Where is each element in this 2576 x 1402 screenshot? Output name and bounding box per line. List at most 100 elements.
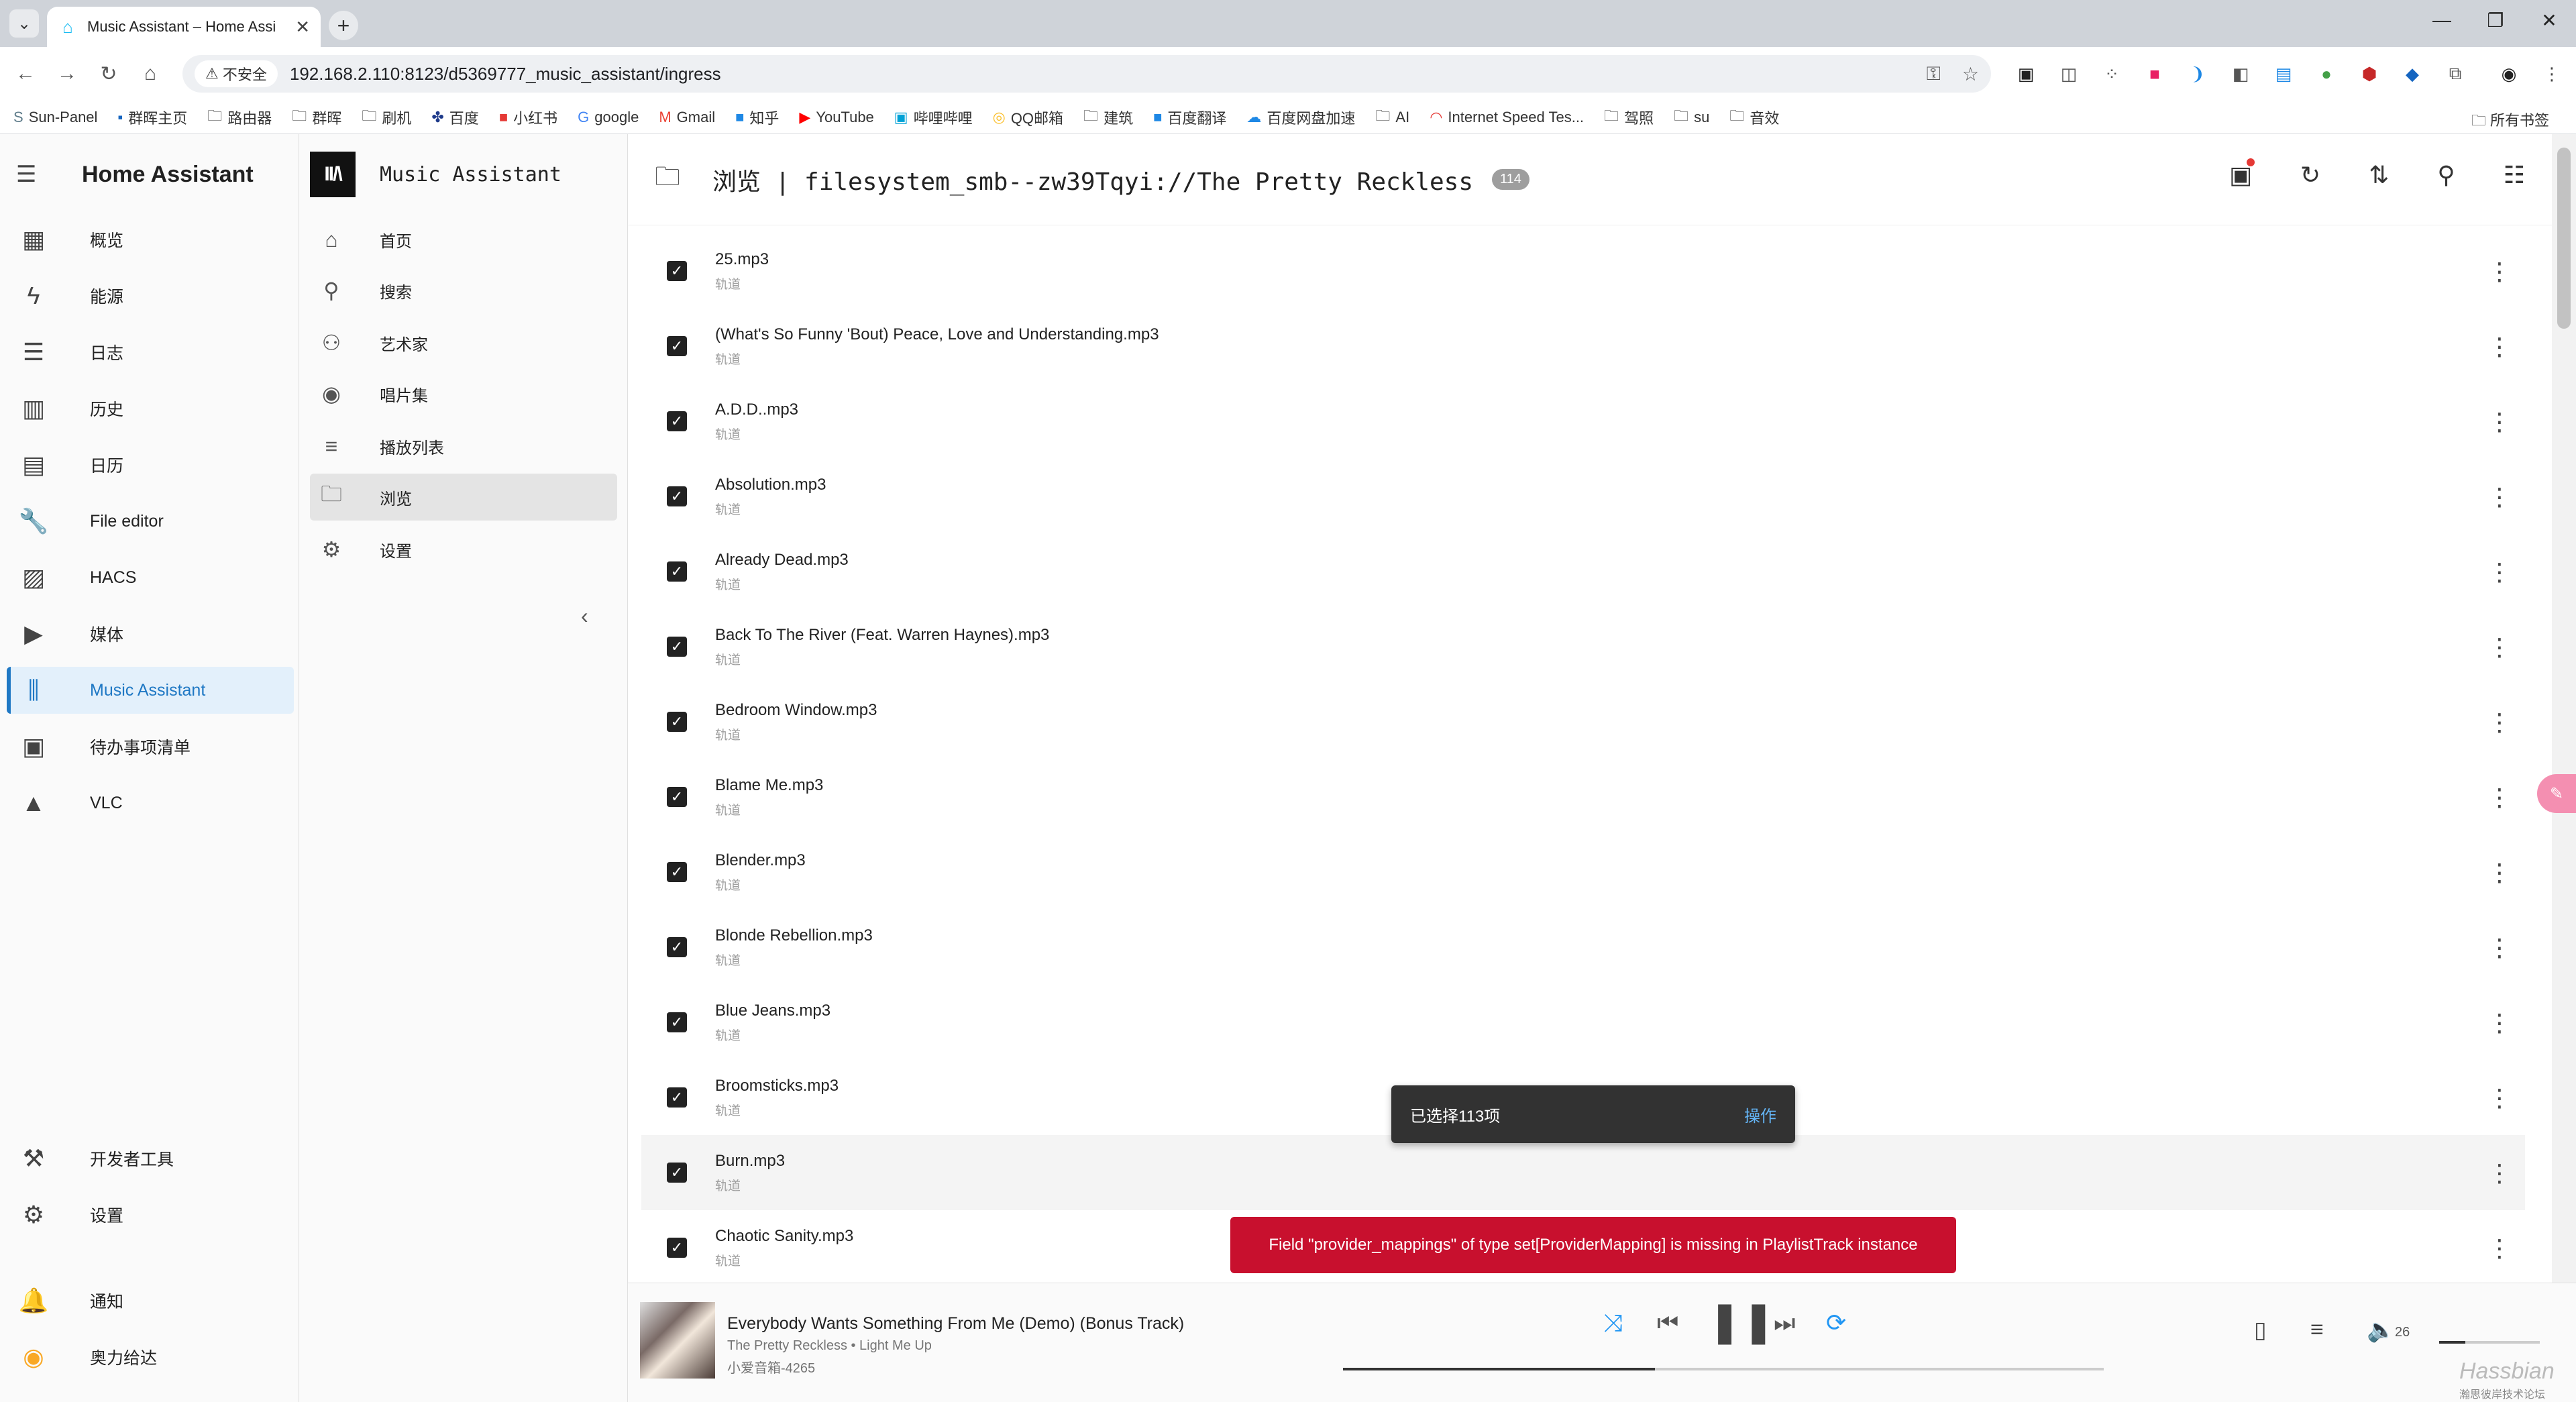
translate-float-icon[interactable]: ✎ xyxy=(2537,774,2576,813)
checkbox-checked[interactable]: ✓ xyxy=(667,1163,687,1183)
view-list-icon[interactable]: ☷ xyxy=(2504,161,2525,189)
extensions-puzzle-icon[interactable]: ⧉ xyxy=(2442,60,2469,87)
bookmark-item[interactable]: ■ 百度翻译 xyxy=(1153,107,1226,128)
ma-nav-browse[interactable]: 🗀 浏览 xyxy=(310,474,617,521)
list-item[interactable]: ✓ Back To The River (Feat. Warren Haynes)… xyxy=(641,609,2525,684)
ma-nav-home[interactable]: ⌂ 首页 xyxy=(310,216,617,263)
bookmark-star-icon[interactable]: ☆ xyxy=(1962,63,1979,85)
bookmark-folder[interactable]: 🗀 驾照 xyxy=(1604,105,1654,130)
more-vertical-icon[interactable]: ⋮ xyxy=(2487,1009,2512,1037)
restore-button[interactable]: ❐ xyxy=(2475,9,2516,32)
bookmark-item[interactable]: ✤ 百度 xyxy=(431,107,478,128)
sidebar-toggle-icon[interactable]: ☰ xyxy=(16,161,48,188)
shuffle-icon[interactable]: ⤨ xyxy=(1603,1309,1623,1338)
list-item[interactable]: ✓ 25.mp3 轨道 ⋮ xyxy=(641,233,2525,309)
browser-tab-active[interactable]: ⌂ Music Assistant – Home Assi ✕ xyxy=(47,7,321,47)
checkbox-checked[interactable]: ✓ xyxy=(667,561,687,582)
more-vertical-icon[interactable]: ⋮ xyxy=(2487,708,2512,737)
extension-icon-10[interactable]: ◆ xyxy=(2399,60,2426,87)
list-item[interactable]: ✓ Blender.mp3 轨道 ⋮ xyxy=(641,834,2525,910)
list-item[interactable]: ✓ Blonde Rebellion.mp3 轨道 ⋮ xyxy=(641,910,2525,985)
ma-nav-settings[interactable]: ⚙ 设置 xyxy=(310,526,617,573)
list-item[interactable]: ✓ Absolution.mp3 轨道 ⋮ xyxy=(641,459,2525,534)
checkbox-checked[interactable]: ✓ xyxy=(667,1087,687,1108)
more-vertical-icon[interactable]: ⋮ xyxy=(2487,558,2512,586)
extension-icon-2[interactable]: ◫ xyxy=(2055,60,2082,87)
pause-icon[interactable]: ❚❚ xyxy=(1708,1298,1776,1345)
sidebar-item-history[interactable]: ▥ 历史 xyxy=(7,385,294,432)
more-vertical-icon[interactable]: ⋮ xyxy=(2487,1234,2512,1262)
minimize-button[interactable]: — xyxy=(2422,9,2462,31)
bookmark-item[interactable]: ▶ YouTube xyxy=(799,109,873,126)
bookmark-item[interactable]: ◎ QQ邮箱 xyxy=(993,107,1063,128)
checkbox-checked[interactable]: ✓ xyxy=(667,787,687,807)
forward-icon[interactable]: → xyxy=(54,60,80,87)
more-vertical-icon[interactable]: ⋮ xyxy=(2487,784,2512,812)
more-vertical-icon[interactable]: ⋮ xyxy=(2487,483,2512,511)
close-window-button[interactable]: ✕ xyxy=(2529,9,2569,32)
list-item[interactable]: ✓ Burn.mp3 轨道 ⋮ xyxy=(641,1135,2525,1210)
search-icon[interactable]: ⚲ xyxy=(2437,161,2455,189)
tab-search-button[interactable]: ⌄ xyxy=(9,9,39,38)
sidebar-item-media[interactable]: ▶ 媒体 xyxy=(7,610,294,657)
bookmark-folder[interactable]: 🗀 音效 xyxy=(1729,105,1779,130)
checkbox-checked[interactable]: ✓ xyxy=(667,336,687,356)
list-item[interactable]: ✓ (What's So Funny 'Bout) Peace, Love and… xyxy=(641,309,2525,384)
reload-icon[interactable]: ↻ xyxy=(95,60,122,87)
more-vertical-icon[interactable]: ⋮ xyxy=(2487,1084,2512,1112)
extension-icon-4[interactable]: ■ xyxy=(2141,60,2168,87)
back-icon[interactable]: ← xyxy=(12,60,39,87)
bookmark-item[interactable]: ◠ Internet Speed Tes... xyxy=(1430,109,1584,126)
next-track-icon[interactable]: ⏭ xyxy=(1774,1309,1795,1338)
sort-icon[interactable]: ⇅ xyxy=(2369,161,2389,189)
sidebar-item-developer-tools[interactable]: ⚒ 开发者工具 xyxy=(7,1135,294,1182)
volume-icon[interactable]: 🔈 xyxy=(2367,1317,2395,1344)
checkbox-checked[interactable]: ✓ xyxy=(667,411,687,431)
ma-nav-albums[interactable]: ◉ 唱片集 xyxy=(310,370,617,417)
sidebar-item-todo[interactable]: ▣ 待办事项清单 xyxy=(7,723,294,770)
extension-icon-1[interactable]: ▣ xyxy=(2012,60,2039,87)
scrollbar-thumb[interactable] xyxy=(2557,148,2571,329)
sidebar-item-logbook[interactable]: ☰ 日志 xyxy=(7,329,294,376)
home-icon[interactable]: ⌂ xyxy=(137,60,164,87)
sidebar-item-overview[interactable]: ▦ 概览 xyxy=(7,216,294,263)
ma-nav-playlists[interactable]: ≡ 播放列表 xyxy=(310,423,617,470)
bookmark-folder[interactable]: 🗀 su xyxy=(1674,105,1709,130)
checkbox-checked[interactable]: ✓ xyxy=(667,486,687,506)
checkbox-checked[interactable]: ✓ xyxy=(667,1012,687,1032)
bookmark-folder[interactable]: 🗀 建筑 xyxy=(1083,105,1133,130)
checkbox-checked[interactable]: ✓ xyxy=(667,261,687,281)
bookmark-item[interactable]: Ggoogle xyxy=(578,109,639,126)
collapse-chevron-icon[interactable]: ‹ xyxy=(581,604,588,629)
playback-progress[interactable] xyxy=(1343,1368,2104,1370)
sidebar-item-settings[interactable]: ⚙ 设置 xyxy=(7,1191,294,1238)
extension-icon-7[interactable]: ▤ xyxy=(2270,60,2297,87)
checkbox-checked[interactable]: ✓ xyxy=(667,637,687,657)
queue-icon[interactable]: ≡ xyxy=(2310,1317,2324,1343)
more-vertical-icon[interactable]: ⋮ xyxy=(2487,258,2512,286)
more-vertical-icon[interactable]: ⋮ xyxy=(2487,934,2512,962)
extension-icon-3[interactable]: ⁘ xyxy=(2098,60,2125,87)
more-vertical-icon[interactable]: ⋮ xyxy=(2487,333,2512,361)
password-key-icon[interactable]: ⚿ xyxy=(1927,63,1941,85)
bookmark-folder[interactable]: 🗀 刷机 xyxy=(362,105,411,130)
volume-slider[interactable] xyxy=(2439,1341,2540,1344)
bookmark-item[interactable]: ■ 知乎 xyxy=(735,107,779,128)
sidebar-item-user-profile[interactable]: ◉ 奥力给达 xyxy=(7,1334,294,1381)
sidebar-item-calendar[interactable]: ▤ 日历 xyxy=(7,441,294,488)
more-vertical-icon[interactable]: ⋮ xyxy=(2487,1159,2512,1187)
more-vertical-icon[interactable]: ⋮ xyxy=(2487,859,2512,887)
bookmark-item[interactable]: S Sun-Panel xyxy=(13,109,97,126)
sidebar-item-notifications[interactable]: 🔔 通知 xyxy=(7,1277,294,1324)
browser-menu-icon[interactable]: ⋮ xyxy=(2538,60,2565,87)
speaker-icon[interactable]: ▯ xyxy=(2254,1317,2267,1344)
bookmark-item[interactable]: M Gmail xyxy=(659,109,715,126)
profile-avatar-icon[interactable]: ◉ xyxy=(2496,60,2522,87)
tab-close-icon[interactable]: ✕ xyxy=(295,17,310,38)
address-bar[interactable]: ⚠ 不安全 192.168.2.110:8123/d5369777_music_… xyxy=(182,55,1991,93)
list-item[interactable]: ✓ Blue Jeans.mp3 轨道 ⋮ xyxy=(641,985,2525,1060)
insecure-badge[interactable]: ⚠ 不安全 xyxy=(195,60,278,87)
bookmark-folder[interactable]: 🗀 群晖 xyxy=(292,105,341,130)
album-cover[interactable] xyxy=(640,1302,715,1379)
bookmark-folder[interactable]: 🗀 AI xyxy=(1375,105,1409,130)
